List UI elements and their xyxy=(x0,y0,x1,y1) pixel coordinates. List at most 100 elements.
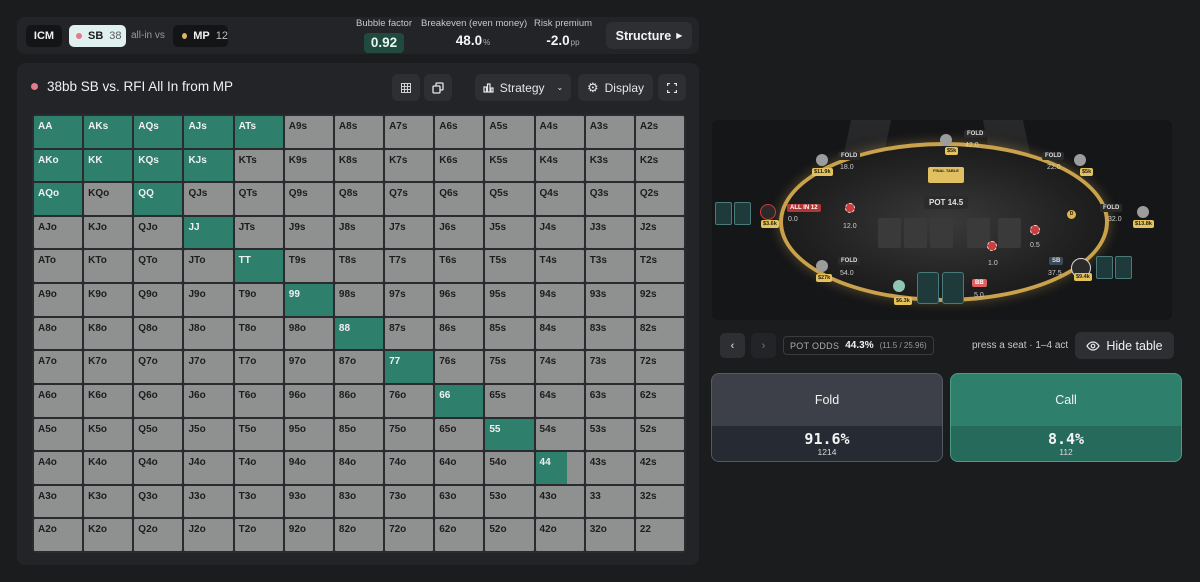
hand-cell[interactable]: Q6o xyxy=(134,384,183,417)
hand-cell[interactable]: 93o xyxy=(284,485,333,518)
hand-cell[interactable]: J7s xyxy=(385,216,434,249)
hand-cell[interactable]: K5o xyxy=(84,418,133,451)
hand-cell[interactable]: K3o xyxy=(84,485,133,518)
hand-cell[interactable]: 64s xyxy=(535,384,584,417)
hand-cell[interactable]: 98o xyxy=(284,317,333,350)
hand-cell[interactable]: 75s xyxy=(485,351,534,383)
hand-cell[interactable]: K9s xyxy=(284,149,333,182)
hand-cell[interactable]: J2o xyxy=(184,519,233,551)
hand-cell[interactable]: T5o xyxy=(234,418,283,451)
hand-cell[interactable]: A2o xyxy=(34,519,83,551)
hand-cell[interactable]: A6o xyxy=(34,384,83,417)
hand-cell[interactable]: A2s xyxy=(635,116,684,148)
hand-cell[interactable]: A7s xyxy=(385,116,434,148)
hand-cell[interactable]: 54o xyxy=(485,452,534,484)
hand-cell[interactable]: 63s xyxy=(585,384,634,417)
hand-cell[interactable]: QTs xyxy=(234,183,283,215)
hand-cell[interactable]: T4o xyxy=(234,452,283,484)
hand-cell[interactable]: 95o xyxy=(284,418,333,451)
hide-table-button[interactable]: Hide table xyxy=(1075,332,1174,359)
hand-cell[interactable]: 44 xyxy=(535,452,584,484)
hand-cell[interactable]: T3s xyxy=(585,250,634,283)
strategy-dropdown[interactable]: Strategy ⌄ xyxy=(475,74,571,101)
hand-cell[interactable]: T8o xyxy=(234,317,283,350)
player-avatar[interactable] xyxy=(816,260,828,272)
hand-cell[interactable]: K2o xyxy=(84,519,133,551)
hand-cell[interactable]: A3o xyxy=(34,485,83,518)
hand-cell[interactable]: 72o xyxy=(385,519,434,551)
hand-cell[interactable]: QJs xyxy=(184,183,233,215)
hand-cell[interactable]: Q3o xyxy=(134,485,183,518)
hand-cell[interactable]: Q3s xyxy=(585,183,634,215)
hand-cell[interactable]: A9s xyxy=(284,116,333,148)
hand-cell[interactable]: J5s xyxy=(485,216,534,249)
villain-avatar[interactable] xyxy=(760,204,776,220)
hand-cell[interactable]: 98s xyxy=(334,284,384,316)
hand-cell[interactable]: 87s xyxy=(385,317,434,350)
hand-cell[interactable]: A8o xyxy=(34,317,83,350)
hand-cell[interactable]: 83o xyxy=(334,485,384,518)
hand-cell[interactable]: J7o xyxy=(184,351,233,383)
hand-cell[interactable]: 43o xyxy=(535,485,584,518)
hand-cell[interactable]: K9o xyxy=(84,284,133,316)
hand-cell[interactable]: 42s xyxy=(635,452,684,484)
hand-cell[interactable]: A8s xyxy=(334,116,384,148)
hand-cell[interactable]: Q5s xyxy=(485,183,534,215)
hand-cell[interactable]: T9o xyxy=(234,284,283,316)
hand-cell[interactable]: Q8o xyxy=(134,317,183,350)
hand-cell[interactable]: K3s xyxy=(585,149,634,182)
hand-cell[interactable]: KJo xyxy=(84,216,133,249)
hand-cell[interactable]: 62s xyxy=(635,384,684,417)
hand-cell[interactable]: 74o xyxy=(385,452,434,484)
hand-cell[interactable]: J3s xyxy=(585,216,634,249)
hand-cell[interactable]: 77 xyxy=(385,351,434,383)
hand-cell[interactable]: A4o xyxy=(34,452,83,484)
hand-cell[interactable]: 65s xyxy=(485,384,534,417)
hand-cell[interactable]: Q9o xyxy=(134,284,183,316)
hand-cell[interactable]: K6o xyxy=(84,384,133,417)
hand-cell[interactable]: 92o xyxy=(284,519,333,551)
hand-cell[interactable]: 62o xyxy=(435,519,484,551)
hand-cell[interactable]: 52o xyxy=(485,519,534,551)
hand-cell[interactable]: Q4s xyxy=(535,183,584,215)
hand-cell[interactable]: 83s xyxy=(585,317,634,350)
hand-cell[interactable]: J8s xyxy=(334,216,384,249)
hand-cell[interactable]: JJ xyxy=(184,216,233,249)
hand-cell[interactable]: TT xyxy=(234,250,283,283)
hand-cell[interactable]: 85o xyxy=(334,418,384,451)
hand-cell[interactable]: Q8s xyxy=(334,183,384,215)
hand-cell[interactable]: K6s xyxy=(435,149,484,182)
hand-cell[interactable]: 53o xyxy=(485,485,534,518)
hand-cell[interactable]: 82s xyxy=(635,317,684,350)
hand-cell[interactable]: 94s xyxy=(535,284,584,316)
hand-cell[interactable]: 72s xyxy=(635,351,684,383)
hand-cell[interactable]: 43s xyxy=(585,452,634,484)
hand-cell[interactable]: 86o xyxy=(334,384,384,417)
hand-cell[interactable]: 95s xyxy=(485,284,534,316)
hand-cell[interactable]: A3s xyxy=(585,116,634,148)
hand-cell[interactable]: 64o xyxy=(435,452,484,484)
hand-cell[interactable]: 54s xyxy=(535,418,584,451)
hand-cell[interactable]: KTs xyxy=(234,149,283,182)
hand-cell[interactable]: AJo xyxy=(34,216,83,249)
hand-cell[interactable]: A5o xyxy=(34,418,83,451)
hand-cell[interactable]: 82o xyxy=(334,519,384,551)
previous-button[interactable]: ‹ xyxy=(720,333,745,358)
icm-chip[interactable]: ICM xyxy=(26,25,62,47)
hand-cell[interactable]: T6s xyxy=(435,250,484,283)
hand-cell[interactable]: Q7o xyxy=(134,351,183,383)
hand-cell[interactable]: A9o xyxy=(34,284,83,316)
hand-cell[interactable]: 93s xyxy=(585,284,634,316)
hand-cell[interactable]: 84s xyxy=(535,317,584,350)
hand-cell[interactable]: K7o xyxy=(84,351,133,383)
hand-cell[interactable]: 76s xyxy=(435,351,484,383)
hand-cell[interactable]: 74s xyxy=(535,351,584,383)
hand-cell[interactable]: AJs xyxy=(184,116,233,148)
hand-cell[interactable]: 85s xyxy=(485,317,534,350)
hand-cell[interactable]: Q2o xyxy=(134,519,183,551)
call-action-card[interactable]: Call 8.4% 112 xyxy=(950,373,1182,462)
hand-cell[interactable]: 84o xyxy=(334,452,384,484)
hand-cell[interactable]: 66 xyxy=(435,384,484,417)
hand-cell[interactable]: ATs xyxy=(234,116,283,148)
player-avatar[interactable] xyxy=(940,134,952,146)
